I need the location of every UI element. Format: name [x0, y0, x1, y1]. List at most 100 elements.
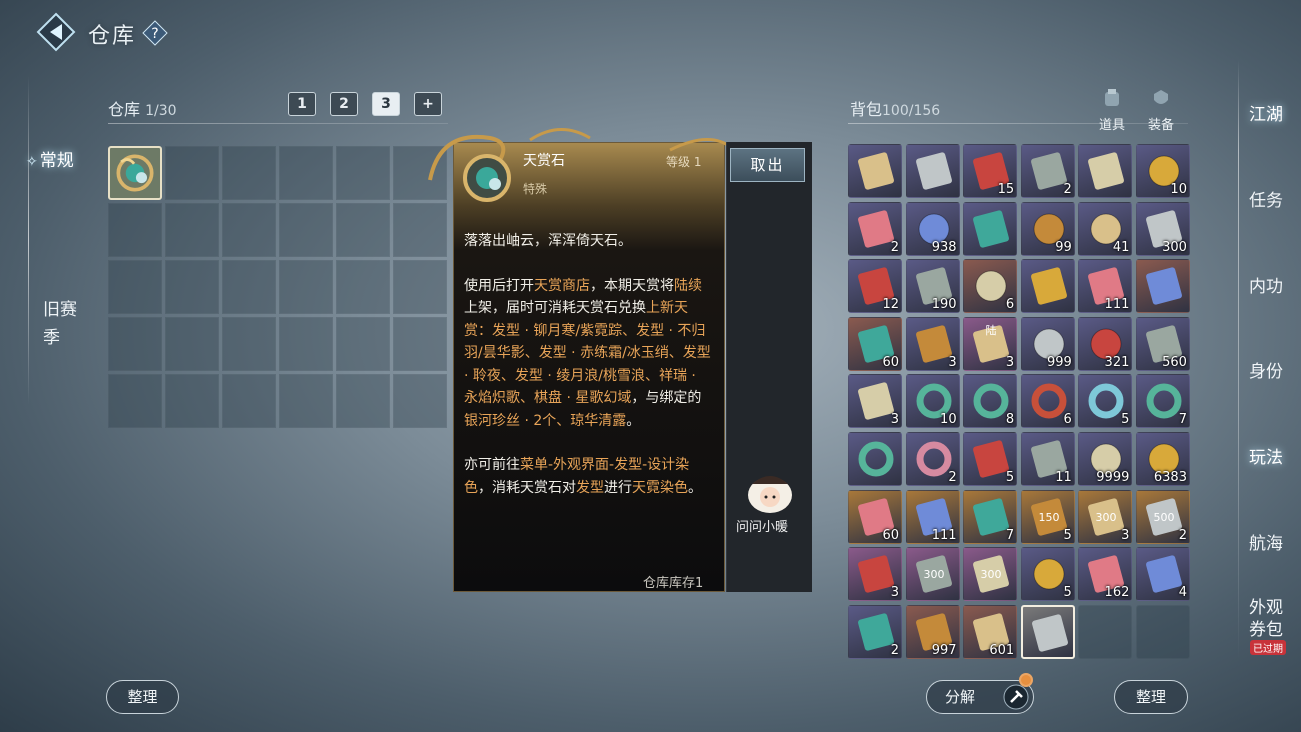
bag-item-slot[interactable] [963, 201, 1018, 256]
bag-item-slot[interactable] [848, 431, 902, 486]
decompose-button[interactable]: 分解 [926, 680, 1034, 714]
nav-item-old-season[interactable]: 旧赛季 [43, 296, 83, 352]
warehouse-slot[interactable] [336, 374, 390, 428]
bag-item-slot[interactable]: 4 [1135, 547, 1190, 602]
bag-item-slot[interactable]: 997 [905, 604, 960, 659]
bag-sort-button[interactable]: 整理 [1114, 680, 1188, 714]
bag-item-slot[interactable]: 3 [905, 316, 960, 371]
bag-item-slot[interactable]: 5 [963, 431, 1018, 486]
warehouse-slot[interactable] [222, 317, 276, 371]
bag-item-slot[interactable]: 7 [1135, 374, 1190, 429]
warehouse-tab-add[interactable]: + [414, 92, 442, 116]
warehouse-slot[interactable] [336, 146, 390, 200]
bag-item-slot[interactable] [1020, 259, 1075, 314]
nav-sailing[interactable]: 航海 [1249, 529, 1293, 554]
bag-item-slot[interactable]: 150 5 [1020, 489, 1075, 544]
warehouse-slot[interactable] [336, 203, 390, 257]
ask-assistant-label[interactable]: 问问小暖 [736, 516, 788, 535]
warehouse-slot[interactable] [165, 260, 219, 314]
warehouse-slot[interactable] [279, 203, 333, 257]
bag-item-slot[interactable]: 321 [1078, 316, 1133, 371]
bag-item-slot[interactable]: 陆3 [963, 316, 1018, 371]
warehouse-slot[interactable] [279, 146, 333, 200]
bag-item-slot[interactable]: 3 [848, 547, 902, 602]
bag-item-slot[interactable]: 162 [1078, 547, 1133, 602]
bag-item-slot[interactable]: 6 [963, 259, 1018, 314]
warehouse-slot[interactable] [222, 146, 276, 200]
warehouse-slot[interactable] [393, 203, 447, 257]
warehouse-tab-1[interactable]: 1 [288, 92, 316, 116]
bag-item-slot[interactable] [1078, 144, 1133, 198]
bag-item-slot[interactable]: 9999 [1078, 431, 1133, 486]
warehouse-slot[interactable] [279, 374, 333, 428]
bag-item-slot[interactable]: 300 [1135, 201, 1190, 256]
bag-item-slot[interactable]: 560 [1135, 316, 1190, 371]
warehouse-slot[interactable] [279, 317, 333, 371]
bag-empty-slot[interactable] [1135, 604, 1190, 659]
warehouse-sort-button[interactable]: 整理 [106, 680, 179, 714]
bag-item-slot[interactable]: 111 [905, 489, 960, 544]
warehouse-slot[interactable] [222, 203, 276, 257]
warehouse-slot[interactable] [165, 317, 219, 371]
nav-identity[interactable]: 身份 [1249, 357, 1293, 382]
warehouse-slot[interactable] [108, 374, 162, 428]
bag-item-slot[interactable]: 5 [1078, 374, 1133, 429]
warehouse-slot[interactable] [393, 317, 447, 371]
bag-item-slot[interactable]: 15 [963, 144, 1018, 198]
warehouse-slot[interactable] [336, 317, 390, 371]
bag-item-slot[interactable] [848, 144, 902, 198]
take-out-button[interactable]: 取出 [730, 148, 805, 182]
warehouse-slot[interactable] [108, 317, 162, 371]
warehouse-slot[interactable] [279, 260, 333, 314]
bag-item-slot[interactable] [905, 144, 960, 198]
nav-item-regular[interactable]: ✧ 常规 [26, 146, 74, 171]
bag-item-slot[interactable]: 2 [1020, 144, 1075, 198]
warehouse-tab-3[interactable]: 3 [372, 92, 400, 116]
bag-item-slot[interactable]: 12 [848, 259, 902, 314]
nav-gameplay[interactable]: 玩法 [1249, 443, 1293, 468]
bag-item-slot[interactable]: 601 [963, 604, 1018, 659]
bag-empty-slot[interactable] [1078, 604, 1133, 659]
question-icon[interactable]: ? [142, 20, 168, 46]
bag-item-slot[interactable]: 6383 [1135, 431, 1190, 486]
bag-item-slot[interactable]: 2 [848, 201, 902, 256]
warehouse-slot[interactable] [108, 203, 162, 257]
bag-item-slot[interactable]: 938 [905, 201, 960, 256]
bag-item-slot[interactable]: 6 [1020, 374, 1075, 429]
bag-item-slot[interactable]: 300 [905, 547, 960, 602]
warehouse-slot[interactable] [165, 203, 219, 257]
assistant-avatar-icon[interactable] [740, 470, 800, 516]
bag-item-slot[interactable]: 3 [848, 374, 902, 429]
bag-tab-equipment[interactable]: 装备 [1141, 88, 1181, 133]
bag-tab-props[interactable]: 道具 [1092, 88, 1132, 133]
bag-item-slot[interactable]: 999 [1020, 316, 1075, 371]
warehouse-slot[interactable] [336, 260, 390, 314]
bag-item-slot[interactable]: 5 [1020, 547, 1075, 602]
bag-item-slot[interactable]: 11 [1020, 431, 1075, 486]
bag-item-slot[interactable] [1020, 604, 1075, 659]
nav-jianghu[interactable]: 江湖 [1249, 100, 1293, 125]
warehouse-slot[interactable] [393, 374, 447, 428]
bag-item-slot[interactable]: 60 [848, 316, 902, 371]
bag-item-slot[interactable]: 2 [848, 604, 902, 659]
bag-item-slot[interactable]: 500 2 [1135, 489, 1190, 544]
warehouse-slot[interactable] [222, 260, 276, 314]
bag-item-slot[interactable]: 111 [1078, 259, 1133, 314]
warehouse-slot[interactable] [165, 146, 219, 200]
warehouse-item-tianshangshi[interactable] [108, 146, 162, 200]
warehouse-slot[interactable] [108, 260, 162, 314]
bag-item-slot[interactable]: 60 [848, 489, 902, 544]
bag-item-slot[interactable]: 300 3 [1078, 489, 1133, 544]
bag-item-slot[interactable]: 10 [1135, 144, 1190, 198]
bag-item-slot[interactable] [1135, 259, 1190, 314]
bag-item-slot[interactable]: 2 [905, 431, 960, 486]
nav-tasks[interactable]: 任务 [1249, 186, 1293, 211]
bag-item-slot[interactable]: 300 [963, 547, 1018, 602]
warehouse-slot[interactable] [165, 374, 219, 428]
bag-item-slot[interactable]: 190 [905, 259, 960, 314]
nav-outfit-voucher[interactable]: 外观券包 [1249, 597, 1293, 641]
bag-item-slot[interactable]: 99 [1020, 201, 1075, 256]
bag-item-slot[interactable]: 41 [1078, 201, 1133, 256]
bag-item-slot[interactable]: 8 [963, 374, 1018, 429]
bag-item-slot[interactable]: 10 [905, 374, 960, 429]
